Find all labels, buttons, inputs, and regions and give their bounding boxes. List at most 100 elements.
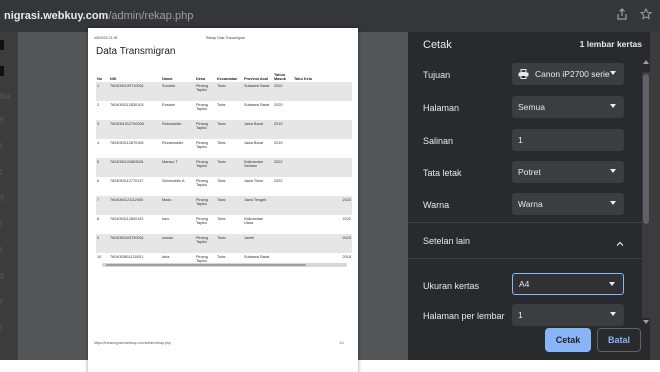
table-cell: Jawa Barat xyxy=(243,120,273,139)
preview-header-title: Rekap Data Transmigran xyxy=(206,36,245,40)
preview-header-date: 4/6/2023 21.39 xyxy=(94,36,118,40)
table-cell: 7604050121112000 xyxy=(109,196,161,215)
print-button[interactable]: Cetak xyxy=(545,328,591,352)
settings-scrollbar[interactable] xyxy=(642,72,650,318)
scroll-up-icon[interactable] xyxy=(643,60,649,64)
table-row: 2 7604053112830103 Rustam Pinang Tapiko Tuta… xyxy=(96,101,352,120)
scroll-down-icon[interactable] xyxy=(643,320,649,324)
paper-size-select[interactable]: A4 xyxy=(512,273,624,295)
table-cell: Kalimantan Utara xyxy=(244,217,263,225)
section-divider xyxy=(408,258,642,259)
page-edge-mark xyxy=(0,66,4,76)
scrollbar-thumb[interactable] xyxy=(643,74,649,224)
print-preview-area: 4/6/2023 21.39 Rekap Data Transmigran Da… xyxy=(18,28,408,372)
page-edge-text: f xyxy=(0,168,3,177)
table-cell: 1 xyxy=(96,82,109,101)
chevron-down-icon xyxy=(610,104,616,108)
table-cell: 4 xyxy=(97,141,100,145)
layout-select[interactable]: Potret xyxy=(512,161,624,183)
page-edge-text: fi xyxy=(0,116,4,125)
chevron-down-icon xyxy=(610,169,616,173)
table-cell: 7604050403790001 xyxy=(109,234,161,253)
table-row: 8 7604053112800192 karo Pinang Tapiko Tutar K… xyxy=(96,215,352,234)
table-cell: 2019 xyxy=(273,120,293,139)
paper-size-value: A4 xyxy=(519,279,530,289)
chevron-up-icon[interactable] xyxy=(616,238,624,248)
table-cell: 6 xyxy=(97,179,100,183)
pages-per-sheet-label: Halaman per lembar xyxy=(423,311,505,321)
table-cell: Sunarto xyxy=(161,82,195,101)
table-cell: Tutar xyxy=(217,217,226,221)
table-cell: Pinang Tapiko xyxy=(195,196,216,215)
table-cell: Pinang Tapiko xyxy=(196,141,208,149)
cancel-button[interactable]: Batal xyxy=(597,328,641,352)
table-cell: 2020 xyxy=(273,82,293,101)
table-cell xyxy=(293,177,352,196)
table-cell: Tutar xyxy=(217,141,226,145)
layout-value: Potret xyxy=(518,167,541,177)
share-icon[interactable] xyxy=(616,8,628,20)
color-select[interactable]: Warna xyxy=(512,193,624,215)
table-row: 3 7604051312700008 Rahmaddin Pinang Tapiko T… xyxy=(96,120,352,139)
paper-size-label: Ukuran kertas xyxy=(423,281,480,291)
table-row: 4 7604053112870106 Rezamuddin Pinang Tapiko… xyxy=(96,139,352,158)
table-cell xyxy=(293,101,352,120)
more-settings-toggle[interactable]: Setelan lain xyxy=(423,236,470,246)
chevron-down-icon xyxy=(610,201,616,205)
url-host: nigrasi.webkuy.com xyxy=(4,10,109,22)
preview-table: No NIK Nama Desa Kecamatan Provinsi Asal… xyxy=(96,62,352,272)
table-row: 5 7604050100883001 Mansur T Pinang Tapiko Tu… xyxy=(96,158,352,177)
preview-footer-url: https://transmigrasi.webkuy.com/admin/re… xyxy=(94,341,171,345)
table-cell: Madu xyxy=(161,196,195,215)
table-row: 9 7604050403790001 usman Pinang Tapiko Tutar… xyxy=(96,234,352,253)
table-cell: Mansur T xyxy=(161,158,195,177)
color-value: Warna xyxy=(518,199,543,209)
col-header: Nama xyxy=(162,77,173,81)
destination-value: Canon iP2700 serie xyxy=(535,69,610,79)
table-cell: usman xyxy=(161,234,195,253)
layout-label: Tata letak xyxy=(423,168,462,178)
bookmark-star-icon[interactable] xyxy=(640,8,652,20)
table-cell: 7604053112800192 xyxy=(110,217,144,221)
preview-page: 4/6/2023 21.39 Rekap Data Transmigran Da… xyxy=(88,28,358,372)
table-cell: Pinang Tapiko xyxy=(196,217,208,225)
table-cell: Jawa Barat xyxy=(244,141,263,145)
table-cell: Pinang Tapiko xyxy=(196,103,208,111)
color-label: Warna xyxy=(423,200,450,210)
table-cell: 8 xyxy=(97,217,100,221)
page-edge-text: f xyxy=(0,324,3,333)
table-cell: Tutar xyxy=(216,82,243,101)
url-path: /admin/rekap.php xyxy=(108,10,194,22)
table-row: 1 7604050109710001 Sunarto Pinang Tapiko Tut… xyxy=(96,82,352,101)
copies-input[interactable]: 1 xyxy=(512,129,624,151)
table-cell: Tutar xyxy=(216,234,243,253)
table-cell: 2023 xyxy=(293,196,352,215)
col-header: Tahu Kelu xyxy=(294,77,313,81)
preview-table-scrollbar xyxy=(102,263,347,267)
chevron-down-icon xyxy=(610,312,616,316)
pages-value: Semua xyxy=(518,102,545,112)
address-bar[interactable]: nigrasi.webkuy.com/admin/rekap.php xyxy=(4,10,193,22)
pages-select[interactable]: Semua xyxy=(512,96,624,118)
table-cell: Jawa Timur xyxy=(244,179,264,183)
table-cell xyxy=(273,215,293,234)
col-header: NIK xyxy=(110,77,117,81)
table-cell: 7 xyxy=(96,196,109,215)
table-cell: Sulawesi Barat xyxy=(244,103,270,107)
chevron-down-icon xyxy=(610,71,616,75)
table-cell: 7604053112870106 xyxy=(110,141,144,145)
destination-select[interactable]: Canon iP2700 serie xyxy=(512,63,624,85)
page-edge-mark xyxy=(0,40,4,50)
table-cell: 9 xyxy=(96,234,109,253)
print-dialog-title: Cetak xyxy=(423,39,452,51)
table-cell: 7604053112770137 xyxy=(110,179,144,183)
table-cell: Tutar xyxy=(217,103,226,107)
table-cell: Jambi xyxy=(243,234,273,253)
pages-per-sheet-select[interactable]: 1 xyxy=(512,304,624,326)
table-cell: Rahmaddin xyxy=(161,120,195,139)
page-edge-text: f xyxy=(0,142,3,151)
section-divider xyxy=(408,222,642,223)
table-cell: 2022 xyxy=(274,179,283,183)
page-edge-text: fi xyxy=(0,272,4,281)
table-cell: Tutar xyxy=(216,196,243,215)
